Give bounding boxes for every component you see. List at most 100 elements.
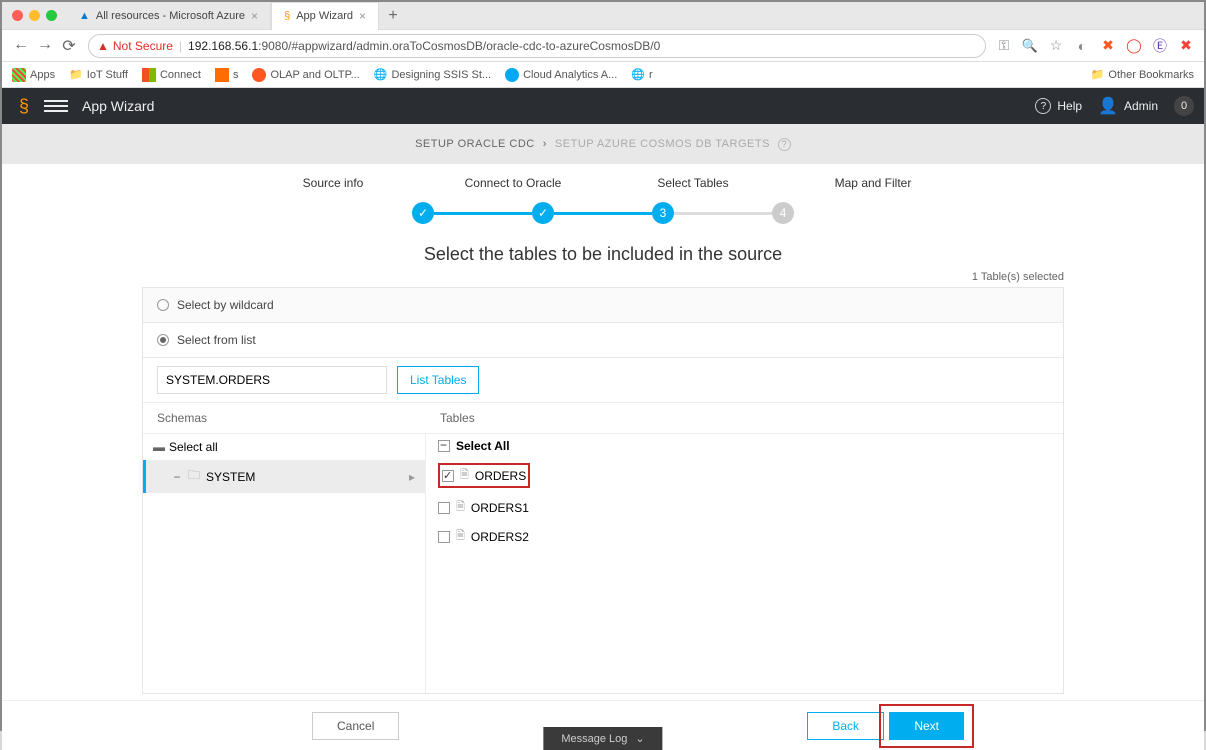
extension-icon[interactable]: ◐ <box>1074 38 1090 54</box>
globe-icon: 🌐 <box>374 68 388 81</box>
not-secure-badge: ▲ Not Secure <box>97 39 173 53</box>
list-label: Select from list <box>177 333 256 347</box>
back-button[interactable]: Back <box>807 712 884 740</box>
tab-close-icon[interactable]: × <box>251 9 258 23</box>
favicon-icon <box>215 68 229 82</box>
tab-title: All resources - Microsoft Azure <box>96 10 245 22</box>
zoom-icon[interactable]: 🔍 <box>1022 38 1038 54</box>
schemas-column: ▬ Select all − 🗀 SYSTEM ▸ <box>143 434 426 693</box>
breadcrumb: SETUP ORACLE CDC › SETUP AZURE COSMOS DB… <box>2 124 1204 164</box>
admin-menu[interactable]: 👤 Admin <box>1098 96 1158 116</box>
chevron-right-icon: ▸ <box>409 470 415 484</box>
collapse-icon[interactable]: ▬ <box>153 440 163 454</box>
window-close-button[interactable] <box>12 10 23 21</box>
schema-select-all[interactable]: ▬ Select all <box>143 434 425 460</box>
extension-icon[interactable]: ✖ <box>1178 38 1194 54</box>
footer-bar: Cancel Back Next Message Log ⌄ <box>2 700 1204 750</box>
not-secure-label: Not Secure <box>113 39 173 53</box>
radio-from-list[interactable] <box>157 334 169 346</box>
notification-badge[interactable]: 0 <box>1174 96 1194 116</box>
app-header: § App Wizard ? Help 👤 Admin 0 <box>2 88 1204 124</box>
forward-button[interactable]: → <box>36 36 54 56</box>
tab-favicon-icon: ▲ <box>79 10 90 22</box>
back-button[interactable]: ← <box>12 36 30 56</box>
tables-header: Tables <box>440 411 1049 425</box>
extension-icon[interactable]: ✖ <box>1100 38 1116 54</box>
reload-button[interactable]: ⟳ <box>60 36 78 56</box>
help-label: Help <box>1057 99 1082 113</box>
step-label: Select Tables <box>633 176 753 190</box>
select-all-tables[interactable]: Select All <box>426 434 1063 458</box>
step-complete-icon[interactable]: ✓ <box>532 202 554 224</box>
table-checkbox[interactable] <box>438 502 450 514</box>
window-minimize-button[interactable] <box>29 10 40 21</box>
step-label: Source info <box>273 176 393 190</box>
stepper-track: ✓ ✓ 3 4 <box>2 202 1204 224</box>
admin-label: Admin <box>1124 99 1158 113</box>
list-option-row[interactable]: Select from list <box>143 323 1063 358</box>
checkbox-select-all[interactable] <box>438 440 450 452</box>
window-maximize-button[interactable] <box>46 10 57 21</box>
menu-button[interactable] <box>44 94 68 118</box>
bookmark-item[interactable]: 🌐Designing SSIS St... <box>374 68 491 81</box>
help-icon[interactable]: ? <box>778 138 791 151</box>
browser-tab-appwizard[interactable]: § App Wizard × <box>271 2 379 30</box>
bookmark-item[interactable]: Connect <box>142 68 201 82</box>
table-checkbox[interactable] <box>438 531 450 543</box>
wildcard-option-row[interactable]: Select by wildcard <box>143 288 1063 323</box>
bookmark-apps[interactable]: Apps <box>12 68 55 82</box>
table-icon: 🗎 <box>456 498 465 517</box>
table-name-label: ORDERS2 <box>471 530 529 544</box>
folder-icon: 📁 <box>69 68 83 81</box>
table-item[interactable]: 🗎 ORDERS2 <box>426 522 1063 551</box>
bookmark-item[interactable]: 🌐r <box>631 68 652 81</box>
table-item[interactable]: 🗎 ORDERS <box>426 458 1063 493</box>
bookmark-item[interactable]: 📁IoT Stuff <box>69 68 128 81</box>
schema-table-input[interactable] <box>157 366 387 394</box>
star-icon[interactable]: ☆ <box>1048 38 1064 54</box>
radio-wildcard[interactable] <box>157 299 169 311</box>
browser-titlebar: ▲ All resources - Microsoft Azure × § Ap… <box>2 2 1204 30</box>
collapse-icon[interactable]: − <box>172 470 182 484</box>
striim-logo-icon[interactable]: § <box>12 94 36 118</box>
message-log-toggle[interactable]: Message Log ⌄ <box>543 727 662 750</box>
cancel-button[interactable]: Cancel <box>312 712 399 740</box>
tables-selected-count: 1 Table(s) selected <box>2 271 1204 287</box>
profile-icon[interactable]: Ⓔ <box>1152 38 1168 54</box>
other-bookmarks[interactable]: 📁Other Bookmarks <box>1091 68 1194 81</box>
table-icon: 🗎 <box>460 466 469 485</box>
step-current[interactable]: 3 <box>652 202 674 224</box>
key-icon[interactable]: ⚿ <box>996 38 1012 54</box>
list-tables-button[interactable]: List Tables <box>397 366 479 394</box>
new-tab-button[interactable]: + <box>379 7 407 25</box>
browser-tab-azure[interactable]: ▲ All resources - Microsoft Azure × <box>67 2 271 30</box>
extension-icon[interactable]: ◯ <box>1126 38 1142 54</box>
bookmark-item[interactable]: Cloud Analytics A... <box>505 68 617 82</box>
columns-header: Schemas Tables <box>143 402 1063 433</box>
breadcrumb-step[interactable]: SETUP ORACLE CDC <box>415 138 535 150</box>
step-complete-icon[interactable]: ✓ <box>412 202 434 224</box>
tab-title: App Wizard <box>296 10 353 22</box>
schema-item-system[interactable]: − 🗀 SYSTEM ▸ <box>143 460 425 493</box>
table-highlight: 🗎 ORDERS <box>438 463 530 488</box>
address-bar[interactable]: ▲ Not Secure | 192.168.56.1:9080/#appwiz… <box>88 34 986 58</box>
table-name-label: ORDERS1 <box>471 501 529 515</box>
stepper-labels: Source info Connect to Oracle Select Tab… <box>2 176 1204 190</box>
bookmark-item[interactable]: s <box>215 68 239 82</box>
globe-icon: 🌐 <box>631 68 645 81</box>
wildcard-label: Select by wildcard <box>177 298 274 312</box>
tab-close-icon[interactable]: × <box>359 9 366 23</box>
help-button[interactable]: ? Help <box>1035 98 1082 114</box>
select-all-tables-label: Select All <box>456 439 510 453</box>
next-button[interactable]: Next <box>889 712 964 740</box>
next-button-highlight: Next <box>879 704 974 748</box>
table-item[interactable]: 🗎 ORDERS1 <box>426 493 1063 522</box>
warning-icon: ▲ <box>97 39 109 53</box>
user-icon: 👤 <box>1098 96 1118 116</box>
tables-column: Select All 🗎 ORDERS 🗎 ORDERS1 🗎 ORDERS2 <box>426 434 1063 693</box>
table-checkbox[interactable] <box>442 470 454 482</box>
favicon-icon <box>505 68 519 82</box>
app-title: App Wizard <box>82 98 154 114</box>
select-all-label: Select all <box>169 440 218 454</box>
bookmark-item[interactable]: OLAP and OLTP... <box>252 68 359 82</box>
